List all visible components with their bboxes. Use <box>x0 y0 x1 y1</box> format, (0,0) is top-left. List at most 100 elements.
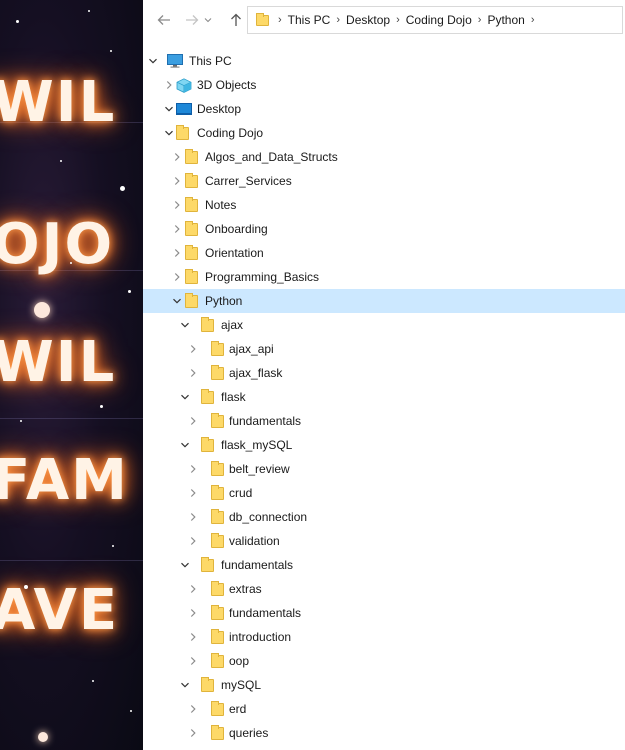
tree-item-label: Programming_Basics <box>205 270 320 284</box>
folder-icon <box>211 509 224 524</box>
tree-item-label: Desktop <box>197 102 242 116</box>
chevron-right-icon[interactable] <box>188 656 198 666</box>
wallpaper-star <box>60 160 62 162</box>
address-bar[interactable]: › This PC › Desktop › Coding Dojo › Pyth… <box>247 6 623 34</box>
chevron-right-icon[interactable] <box>172 200 182 210</box>
tree-item[interactable]: 3D Objects <box>143 73 625 97</box>
tree-item[interactable]: crud <box>143 481 625 505</box>
tree-item[interactable]: Python <box>143 289 625 313</box>
tree-item[interactable]: introduction <box>143 625 625 649</box>
tree-item[interactable]: fundamentals <box>143 553 625 577</box>
chevron-right-icon[interactable] <box>188 704 198 714</box>
tree-item[interactable]: Desktop <box>143 97 625 121</box>
up-button[interactable] <box>226 10 246 30</box>
chevron-down-icon[interactable] <box>180 320 190 330</box>
tree-item[interactable]: extras <box>143 577 625 601</box>
tree-item-label: db_connection <box>229 510 308 524</box>
chevron-right-icon[interactable] <box>188 488 198 498</box>
breadcrumb-python[interactable]: Python <box>487 13 524 27</box>
wallpaper-word: WIL <box>0 330 117 395</box>
wallpaper-star <box>38 732 48 742</box>
tree-item-label: Python <box>205 294 243 308</box>
tree-item[interactable]: Orientation <box>143 241 625 265</box>
chevron-right-icon[interactable] <box>188 368 198 378</box>
tree-item[interactable]: queries <box>143 721 625 745</box>
tree-item-label: crud <box>229 486 253 500</box>
chevron-right-icon[interactable] <box>188 728 198 738</box>
folder-icon <box>201 677 214 692</box>
tree-item[interactable]: flask <box>143 385 625 409</box>
tree-item[interactable]: flask_mySQL <box>143 433 625 457</box>
chevron-right-icon[interactable] <box>172 176 182 186</box>
chevron-down-icon[interactable] <box>164 104 174 114</box>
chevron-down-icon[interactable] <box>172 296 182 306</box>
tree-item[interactable]: Coding Dojo <box>143 121 625 145</box>
chevron-right-icon[interactable] <box>188 632 198 642</box>
chevron-right-icon[interactable]: › <box>531 14 535 26</box>
chevron-right-icon[interactable] <box>172 248 182 258</box>
wallpaper-line <box>0 560 143 561</box>
folder-icon <box>185 221 198 236</box>
chevron-down-icon[interactable] <box>164 128 174 138</box>
folder-icon <box>211 629 224 644</box>
desktop-wallpaper: WIL OJO WIL FAM AVE <box>0 0 143 750</box>
tree-item[interactable]: fundamentals <box>143 409 625 433</box>
chevron-down-icon[interactable] <box>180 392 190 402</box>
tree-item[interactable]: erd <box>143 697 625 721</box>
chevron-down-icon[interactable] <box>180 680 190 690</box>
folder-icon <box>211 485 224 500</box>
tree-item[interactable]: Carrer_Services <box>143 169 625 193</box>
tree-item[interactable]: validation <box>143 529 625 553</box>
tree-item-label: fundamentals <box>229 414 302 428</box>
chevron-down-icon[interactable] <box>148 56 158 66</box>
wallpaper-star <box>16 20 19 23</box>
pc-icon <box>167 54 183 68</box>
folder-icon <box>185 197 198 212</box>
chevron-down-icon[interactable] <box>180 560 190 570</box>
tree-item[interactable]: This PC <box>143 49 625 73</box>
folder-icon <box>201 317 214 332</box>
chevron-right-icon[interactable] <box>188 416 198 426</box>
tree-item[interactable]: belt_review <box>143 457 625 481</box>
tree-item-label: ajax <box>221 318 244 332</box>
back-arrow-icon <box>157 15 170 25</box>
chevron-right-icon[interactable] <box>188 344 198 354</box>
breadcrumb-this-pc[interactable]: This PC <box>288 13 331 27</box>
wallpaper-star <box>34 302 50 318</box>
recent-locations-button[interactable] <box>201 10 215 30</box>
chevron-right-icon[interactable] <box>188 536 198 546</box>
tree-item[interactable]: ajax_flask <box>143 361 625 385</box>
wallpaper-word: AVE <box>0 578 120 643</box>
chevron-right-icon[interactable] <box>188 464 198 474</box>
back-button[interactable] <box>154 10 174 30</box>
chevron-down-icon[interactable] <box>180 440 190 450</box>
tree-item[interactable]: fundamentals <box>143 601 625 625</box>
chevron-right-icon[interactable] <box>188 512 198 522</box>
tree-item[interactable]: mySQL <box>143 673 625 697</box>
tree-item[interactable]: Notes <box>143 193 625 217</box>
forward-button[interactable] <box>182 10 202 30</box>
chevron-right-icon[interactable]: › <box>478 14 482 26</box>
chevron-right-icon[interactable]: › <box>336 14 340 26</box>
chevron-right-icon[interactable] <box>172 224 182 234</box>
chevron-right-icon[interactable]: › <box>396 14 400 26</box>
chevron-right-icon[interactable] <box>188 608 198 618</box>
tree-item-label: Notes <box>205 198 237 212</box>
forward-arrow-icon <box>186 15 199 25</box>
chevron-right-icon[interactable] <box>172 272 182 282</box>
tree-item-label: Coding Dojo <box>197 126 264 140</box>
tree-item[interactable]: Algos_and_Data_Structs <box>143 145 625 169</box>
chevron-right-icon[interactable] <box>164 80 174 90</box>
tree-item[interactable]: oop <box>143 649 625 673</box>
chevron-right-icon[interactable] <box>172 152 182 162</box>
tree-item[interactable]: Programming_Basics <box>143 265 625 289</box>
wallpaper-star <box>130 710 132 712</box>
tree-item[interactable]: db_connection <box>143 505 625 529</box>
tree-item[interactable]: ajax_api <box>143 337 625 361</box>
chevron-right-icon[interactable] <box>188 584 198 594</box>
breadcrumb-desktop[interactable]: Desktop <box>346 13 390 27</box>
tree-item[interactable]: Onboarding <box>143 217 625 241</box>
tree-item[interactable]: ajax <box>143 313 625 337</box>
breadcrumb-coding-dojo[interactable]: Coding Dojo <box>406 13 472 27</box>
tree-item-label: ajax_api <box>229 342 274 356</box>
